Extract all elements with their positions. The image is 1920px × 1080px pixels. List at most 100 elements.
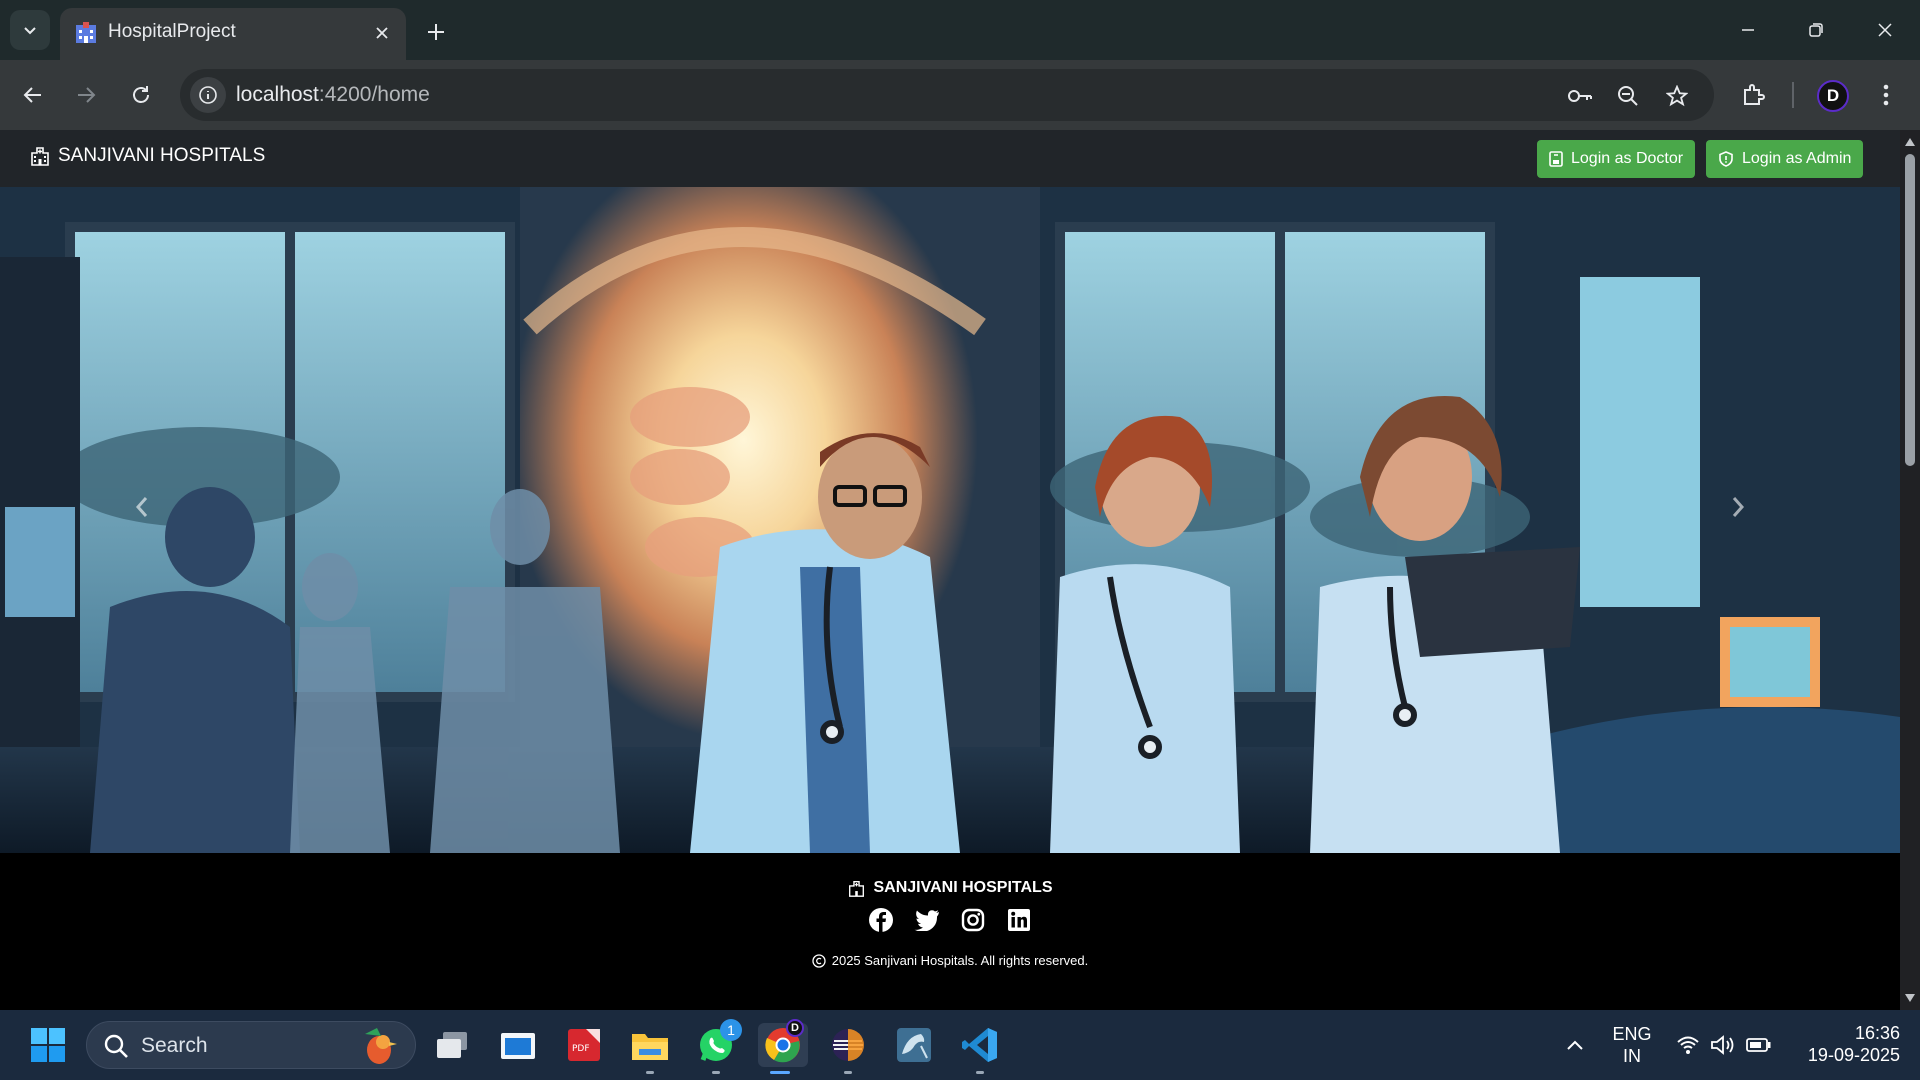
browser-tab-bar: HospitalProject bbox=[0, 0, 1920, 60]
login-doctor-button[interactable]: Login as Doctor bbox=[1537, 140, 1696, 178]
copyright-icon bbox=[812, 953, 826, 968]
reload-button[interactable] bbox=[121, 75, 161, 115]
chevron-up-icon bbox=[1567, 1040, 1583, 1050]
site-navbar: SANJIVANI HOSPITALS Login as Doctor Logi… bbox=[0, 130, 1900, 187]
scroll-thumb[interactable] bbox=[1905, 154, 1915, 466]
app-store-button[interactable] bbox=[496, 1023, 540, 1067]
more-vertical-icon bbox=[1883, 84, 1889, 106]
file-explorer-button[interactable] bbox=[628, 1023, 672, 1074]
clock-date: 19-09-2025 bbox=[1807, 1045, 1900, 1065]
site-footer: SANJIVANI HOSPITALS 2025 Sanjivani Hospi… bbox=[0, 853, 1900, 1010]
key-icon bbox=[1568, 90, 1592, 102]
taskbar-search[interactable]: Search bbox=[86, 1021, 416, 1069]
tab-title: HospitalProject bbox=[108, 21, 236, 42]
profile-badge: D bbox=[786, 1019, 804, 1037]
bird-icon bbox=[365, 1028, 397, 1064]
copyright: 2025 Sanjivani Hospitals. All rights res… bbox=[0, 953, 1900, 968]
twitter-link[interactable] bbox=[914, 907, 940, 933]
show-hidden-icons-button[interactable] bbox=[1553, 1023, 1597, 1067]
twitter-icon bbox=[914, 910, 939, 931]
chevron-right-icon bbox=[1732, 497, 1745, 517]
restore-button[interactable] bbox=[1788, 10, 1844, 50]
copyright-text: 2025 Sanjivani Hospitals. All rights res… bbox=[831, 953, 1089, 968]
store-icon bbox=[501, 1033, 535, 1059]
url-text[interactable]: localhost:4200/home bbox=[236, 83, 430, 107]
close-window-button[interactable] bbox=[1857, 10, 1913, 50]
plus-icon bbox=[428, 24, 444, 40]
footer-brand: SANJIVANI HOSPITALS bbox=[0, 879, 1900, 897]
zoom-button[interactable] bbox=[1613, 81, 1643, 111]
svg-text:PDF: PDF bbox=[572, 1044, 590, 1054]
pdf-app-button[interactable]: PDF bbox=[562, 1023, 606, 1067]
carousel-next-button[interactable] bbox=[1718, 487, 1758, 527]
forward-button[interactable] bbox=[66, 75, 106, 115]
tab-search-button[interactable] bbox=[10, 10, 50, 50]
language-indicator[interactable]: ENG IN bbox=[1610, 1023, 1654, 1067]
back-button[interactable] bbox=[13, 75, 53, 115]
dolphin-icon bbox=[897, 1028, 931, 1062]
scroll-up-arrow[interactable] bbox=[1904, 136, 1916, 148]
zoom-out-icon bbox=[1618, 86, 1638, 106]
mysql-workbench-button[interactable] bbox=[892, 1023, 936, 1067]
quick-settings-button[interactable] bbox=[1666, 1023, 1782, 1067]
site-info-button[interactable] bbox=[190, 77, 226, 113]
star-icon bbox=[1666, 85, 1688, 107]
close-icon bbox=[376, 27, 388, 39]
clock-time: 16:36 bbox=[1854, 1023, 1900, 1043]
browser-tab[interactable]: HospitalProject bbox=[60, 8, 406, 60]
triangle-up-icon bbox=[1905, 138, 1915, 146]
browser-toolbar: localhost:4200/home bbox=[0, 60, 1920, 130]
task-view-button[interactable] bbox=[430, 1023, 474, 1067]
login-admin-button[interactable]: Login as Admin bbox=[1706, 140, 1864, 178]
instagram-link[interactable] bbox=[960, 907, 986, 933]
profile-avatar[interactable]: D bbox=[1817, 80, 1849, 112]
language-region: IN bbox=[1623, 1046, 1641, 1066]
folder-icon bbox=[632, 1034, 668, 1060]
id-badge-icon bbox=[1549, 151, 1563, 167]
address-bar[interactable]: localhost:4200/home bbox=[180, 69, 1714, 121]
menu-button[interactable] bbox=[1866, 75, 1906, 115]
running-indicator bbox=[976, 1071, 984, 1074]
windows-taskbar: Search PDF 1 D ENG IN 16:36 19-09-2025 bbox=[0, 1010, 1920, 1080]
minimize-button[interactable] bbox=[1720, 10, 1776, 50]
search-label: Search bbox=[141, 1034, 208, 1057]
linkedin-icon bbox=[1008, 909, 1030, 931]
extensions-button[interactable] bbox=[1733, 75, 1773, 115]
scroll-down-arrow[interactable] bbox=[1904, 992, 1916, 1004]
instagram-icon bbox=[961, 908, 985, 932]
chevron-left-icon bbox=[135, 497, 148, 517]
page-scrollbar[interactable] bbox=[1900, 130, 1920, 1010]
social-links bbox=[0, 907, 1900, 933]
facebook-link[interactable] bbox=[868, 907, 894, 933]
navbar-brand[interactable]: SANJIVANI HOSPITALS bbox=[30, 145, 265, 167]
running-indicator bbox=[712, 1071, 720, 1074]
running-indicator bbox=[844, 1071, 852, 1074]
start-button[interactable] bbox=[26, 1023, 70, 1067]
eclipse-button[interactable] bbox=[826, 1023, 870, 1074]
hospital-favicon-icon bbox=[76, 22, 96, 43]
password-key-button[interactable] bbox=[1565, 81, 1595, 111]
url-path: :4200/home bbox=[318, 83, 430, 106]
toolbar-divider bbox=[1792, 82, 1794, 108]
vscode-button[interactable] bbox=[958, 1023, 1002, 1074]
login-admin-label: Login as Admin bbox=[1742, 150, 1852, 167]
wifi-icon bbox=[1677, 1036, 1699, 1054]
carousel-prev-button[interactable] bbox=[122, 487, 162, 527]
login-doctor-label: Login as Doctor bbox=[1571, 150, 1684, 167]
puzzle-icon bbox=[1744, 84, 1765, 105]
volume-icon bbox=[1711, 1035, 1734, 1055]
restore-icon bbox=[1809, 23, 1823, 37]
language-code: ENG bbox=[1612, 1024, 1652, 1044]
tab-close-button[interactable] bbox=[370, 21, 394, 45]
web-page: SANJIVANI HOSPITALS Login as Doctor Logi… bbox=[0, 130, 1920, 1010]
linkedin-link[interactable] bbox=[1006, 907, 1032, 933]
hospital-staff-illustration bbox=[0, 187, 1900, 853]
whatsapp-button[interactable]: 1 bbox=[694, 1019, 742, 1074]
clock[interactable]: 16:36 19-09-2025 bbox=[1790, 1022, 1900, 1066]
reload-icon bbox=[133, 86, 149, 103]
bookmark-button[interactable] bbox=[1662, 81, 1692, 111]
notification-badge: 1 bbox=[720, 1019, 742, 1041]
new-tab-button[interactable] bbox=[418, 14, 454, 50]
chrome-button[interactable]: D bbox=[758, 1019, 808, 1074]
hero-carousel bbox=[0, 187, 1900, 853]
